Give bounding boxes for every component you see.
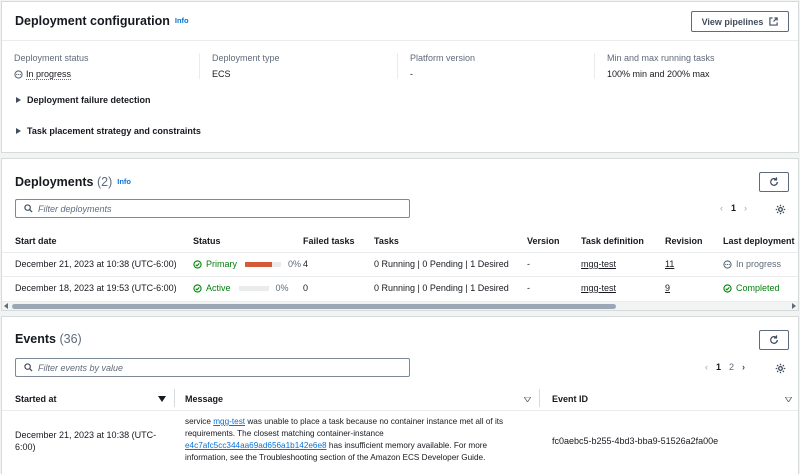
field-deployment-status: Deployment status In progress [14,53,89,80]
row1-tasks: 0 Running | 0 Pending | 1 Desired [374,259,509,269]
in-progress-icon [14,70,23,79]
row2-task-definition-link[interactable]: mgg-test [581,283,616,293]
col-message[interactable]: Message [185,394,223,404]
settings-gear-icon[interactable] [775,204,786,215]
event-message: service mgg-test was unable to place a t… [185,417,504,462]
col-version[interactable]: Version [527,236,560,246]
row1-revision-link[interactable]: 11 [665,259,674,269]
prev-page-icon[interactable]: ‹ [720,203,723,213]
deployments-info-link[interactable]: Info [117,177,131,186]
row2-last-deployment: Completed [723,283,780,293]
container-instance-link[interactable]: e4c7afc5cc344aa69ad656a1b142e6e8 [185,441,327,450]
events-title: Events (36) [15,332,82,346]
table-divider [2,252,798,253]
col-tasks[interactable]: Tasks [374,236,399,246]
events-pagination: ‹ 1 2 › [705,362,745,372]
deployment-configuration-panel: Deployment configuration Info View pipeli… [1,1,799,153]
sort-descending-icon[interactable] [158,396,166,402]
row2-start-date: December 18, 2023 at 19:53 (UTC-6:00) [15,283,177,293]
config-divider [2,40,798,41]
search-icon [24,363,33,372]
refresh-icon [770,177,778,186]
col-last-deployment[interactable]: Last deployment [723,236,795,246]
field-min-max-tasks: Min and max running tasks 100% min and 2… [594,53,794,79]
sort-icon[interactable] [785,397,792,402]
field-deployment-type: Deployment type ECS [199,53,397,79]
deployments-title: Deployments (2) Info [15,175,132,189]
page-2[interactable]: 2 [729,362,734,372]
col-start-date[interactable]: Start date [15,236,57,246]
view-pipelines-button[interactable]: View pipelines [691,11,789,32]
scroll-right-icon[interactable] [792,303,796,309]
external-link-icon [769,17,779,26]
success-check-icon [723,283,732,293]
success-check-icon [193,259,202,269]
in-progress-icon [723,259,732,269]
deployments-pagination: ‹ 1 › [720,203,747,213]
row1-progress-bar [245,261,281,267]
field-platform-version: Platform version - [397,53,595,79]
row2-version: - [527,283,530,293]
row1-failed-tasks: 4 [303,259,309,269]
service-link[interactable]: mgg-test [213,417,245,426]
prev-page-icon[interactable]: ‹ [705,362,708,372]
row2-revision-link[interactable]: 9 [665,283,670,293]
page-1[interactable]: 1 [716,362,721,372]
success-check-icon [193,283,202,293]
row1-status: Primary 0% [193,259,301,269]
event-started-at: December 21, 2023 at 10:38 (UTC-6:00) [15,430,157,452]
config-info-link[interactable]: Info [175,16,189,25]
table-divider [2,410,798,411]
horizontal-scrollbar[interactable] [2,301,798,310]
refresh-icon [770,335,778,344]
events-panel: Events (36) Filter events by value ‹ 1 2… [1,316,799,474]
col-event-id[interactable]: Event ID [552,394,588,404]
col-task-definition[interactable]: Task definition [581,236,644,246]
scrollbar-thumb[interactable] [12,304,616,309]
row-divider [2,276,798,277]
row2-tasks: 0 Running | 0 Pending | 1 Desired [374,283,509,293]
row1-start-date: December 21, 2023 at 10:38 (UTC-6:00) [15,259,177,269]
row1-last-deployment: In progress [723,259,781,269]
event-id: fc0aebc5-b255-4bd3-bba9-51526a2fa00e [552,436,719,446]
config-title: Deployment configuration Info [15,14,189,28]
caret-right-icon [16,97,21,103]
next-page-icon[interactable]: › [742,362,745,372]
filter-events-input[interactable]: Filter events by value [15,358,410,377]
row1-task-definition-link[interactable]: mgg-test [581,259,616,269]
expander-task-placement[interactable]: Task placement strategy and constraints [16,126,201,136]
expander-failure-detection[interactable]: Deployment failure detection [16,95,151,105]
sort-icon[interactable] [524,397,531,402]
col-failed-tasks[interactable]: Failed tasks [303,236,355,246]
row2-status: Active 0% [193,283,289,293]
next-page-icon[interactable]: › [744,203,747,213]
deployments-panel: Deployments (2) Info Filter deployments ‹… [1,158,799,311]
col-started-at[interactable]: Started at [15,394,57,404]
search-icon [24,204,33,213]
refresh-events-button[interactable] [759,330,789,350]
caret-right-icon [16,128,21,134]
settings-gear-icon[interactable] [775,363,786,374]
row2-failed-tasks: 0 [303,283,309,293]
refresh-deployments-button[interactable] [759,172,789,192]
filter-deployments-input[interactable]: Filter deployments [15,199,410,218]
column-separator [174,389,175,407]
column-separator [539,389,540,407]
row1-version: - [527,259,530,269]
scroll-left-icon[interactable] [4,303,8,309]
row2-progress-bar [238,285,269,291]
col-status[interactable]: Status [193,236,221,246]
page-1[interactable]: 1 [731,203,736,213]
col-revision[interactable]: Revision [665,236,703,246]
